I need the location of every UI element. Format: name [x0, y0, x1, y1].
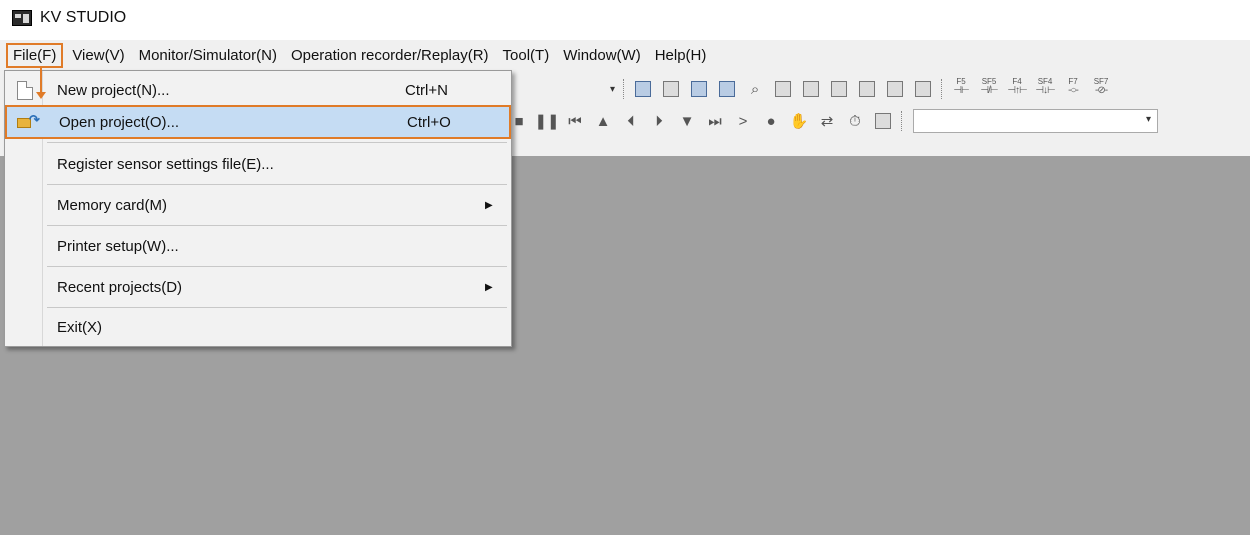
- menu-item-register-sensor-settings[interactable]: Register sensor settings file(E)...: [5, 145, 511, 183]
- counter-icon[interactable]: [872, 110, 894, 132]
- menu-item-exit[interactable]: Exit(X): [5, 309, 511, 345]
- f4-contact-icon[interactable]: F4 ⊣↑⊢: [1005, 77, 1029, 101]
- menu-divider: [47, 184, 507, 185]
- file-menu-dropdown: New project(N)... Ctrl+N ↷ Open project(…: [4, 70, 512, 347]
- grid-icon[interactable]: [828, 78, 850, 100]
- breakpoint-icon[interactable]: ●: [760, 110, 782, 132]
- callout-arrow-line: [40, 68, 42, 94]
- menu-view[interactable]: View(V): [65, 43, 131, 68]
- menu-item-memory-card[interactable]: Memory card(M) ▶: [5, 186, 511, 224]
- monitor-icon[interactable]: [856, 78, 878, 100]
- submenu-arrow-icon: ▶: [485, 199, 493, 211]
- step-up-icon[interactable]: ▲: [592, 110, 614, 132]
- run-icon[interactable]: >: [732, 110, 754, 132]
- toolbar-row-2: ■ ❚❚ ⏮ ▲ ⏴ ⏵ ▼ ⏭ > ● ✋ ⇄ ⏱ ▾: [505, 106, 1158, 136]
- export-icon[interactable]: [632, 78, 654, 100]
- dropdown-arrow-icon[interactable]: ▾: [610, 84, 615, 95]
- callout-arrow-head-icon: [36, 92, 46, 99]
- menu-item-label: New project(N)...: [57, 81, 170, 99]
- menu-monitor-simulator[interactable]: Monitor/Simulator(N): [132, 43, 284, 68]
- check-icon[interactable]: [772, 78, 794, 100]
- search-icon[interactable]: ⌕: [744, 78, 766, 100]
- new-document-icon: [17, 80, 33, 100]
- sf7-coil-icon[interactable]: SF7 -⊘-: [1089, 77, 1113, 101]
- menu-window[interactable]: Window(W): [556, 43, 648, 68]
- menu-item-label: Exit(X): [57, 318, 102, 336]
- device-comment-icon[interactable]: [660, 78, 682, 100]
- window-title: KV STUDIO: [40, 9, 127, 26]
- menu-divider: [47, 225, 507, 226]
- pause-icon[interactable]: ❚❚: [534, 110, 559, 132]
- menu-divider: [47, 307, 507, 308]
- transfer-icon[interactable]: [688, 78, 710, 100]
- menu-item-shortcut: Ctrl+N: [405, 81, 448, 99]
- menu-item-label: Recent projects(D): [57, 278, 183, 296]
- menu-operation-recorder[interactable]: Operation recorder/Replay(R): [284, 43, 496, 68]
- submenu-arrow-icon: ▶: [485, 281, 493, 293]
- menu-help[interactable]: Help(H): [648, 43, 714, 68]
- toolbar-combo-box[interactable]: ▾: [913, 109, 1158, 133]
- timer-icon[interactable]: ⏱: [844, 110, 866, 132]
- f7-coil-icon[interactable]: F7 -○-: [1061, 77, 1085, 101]
- dev-icon[interactable]: [884, 78, 906, 100]
- toolbar-separator: [941, 79, 943, 99]
- trace-icon[interactable]: ⇄: [816, 110, 838, 132]
- toolbar-separator: [623, 79, 625, 99]
- title-bar: KV STUDIO: [0, 0, 1250, 36]
- menu-item-label: Open project(O)...: [59, 113, 180, 131]
- write-icon[interactable]: [716, 78, 738, 100]
- toolbar-row-1: ▾ ⌕ F5 ⊣⊢ SF5 ⊣/⊢ F4 ⊣↑⊢ SF4 ⊣↓⊢ F7 -○- SF7 -⊘…: [610, 74, 1115, 104]
- toolbar-separator: [901, 111, 903, 131]
- menu-divider: [47, 266, 507, 267]
- open-folder-icon: ↷: [17, 112, 40, 130]
- menu-item-recent-projects[interactable]: Recent projects(D) ▶: [5, 268, 511, 306]
- f5-contact-icon[interactable]: F5 ⊣⊢: [949, 77, 973, 101]
- menu-item-new-project[interactable]: New project(N)... Ctrl+N: [5, 73, 511, 107]
- menu-divider: [47, 142, 507, 143]
- menu-item-label: Register sensor settings file(E)...: [57, 155, 274, 173]
- step-forward-icon[interactable]: ⏵: [648, 110, 670, 132]
- sf5-contact-icon[interactable]: SF5 ⊣/⊢: [977, 77, 1001, 101]
- cross-reference-icon[interactable]: [800, 78, 822, 100]
- dev-list-icon[interactable]: [912, 78, 934, 100]
- menu-tool[interactable]: Tool(T): [496, 43, 557, 68]
- menu-item-printer-setup[interactable]: Printer setup(W)...: [5, 227, 511, 265]
- skip-forward-icon[interactable]: ⏭: [704, 110, 726, 132]
- hand-icon[interactable]: ✋: [788, 110, 810, 132]
- step-back-icon[interactable]: ⏴: [620, 110, 642, 132]
- menu-item-shortcut: Ctrl+O: [407, 113, 451, 131]
- menu-item-open-project[interactable]: ↷ Open project(O)... Ctrl+O: [5, 105, 511, 139]
- menu-bar: File(F) View(V) Monitor/Simulator(N) Ope…: [0, 40, 1250, 70]
- menu-item-label: Printer setup(W)...: [57, 237, 179, 255]
- skip-back-icon[interactable]: ⏮: [564, 110, 586, 132]
- menu-file[interactable]: File(F): [6, 42, 64, 68]
- kv-studio-logo-icon: [12, 10, 32, 26]
- step-down-icon[interactable]: ▼: [676, 110, 698, 132]
- combo-chevron-down-icon[interactable]: ▾: [1146, 114, 1151, 125]
- sf4-contact-icon[interactable]: SF4 ⊣↓⊢: [1033, 77, 1057, 101]
- menu-item-label: Memory card(M): [57, 196, 168, 214]
